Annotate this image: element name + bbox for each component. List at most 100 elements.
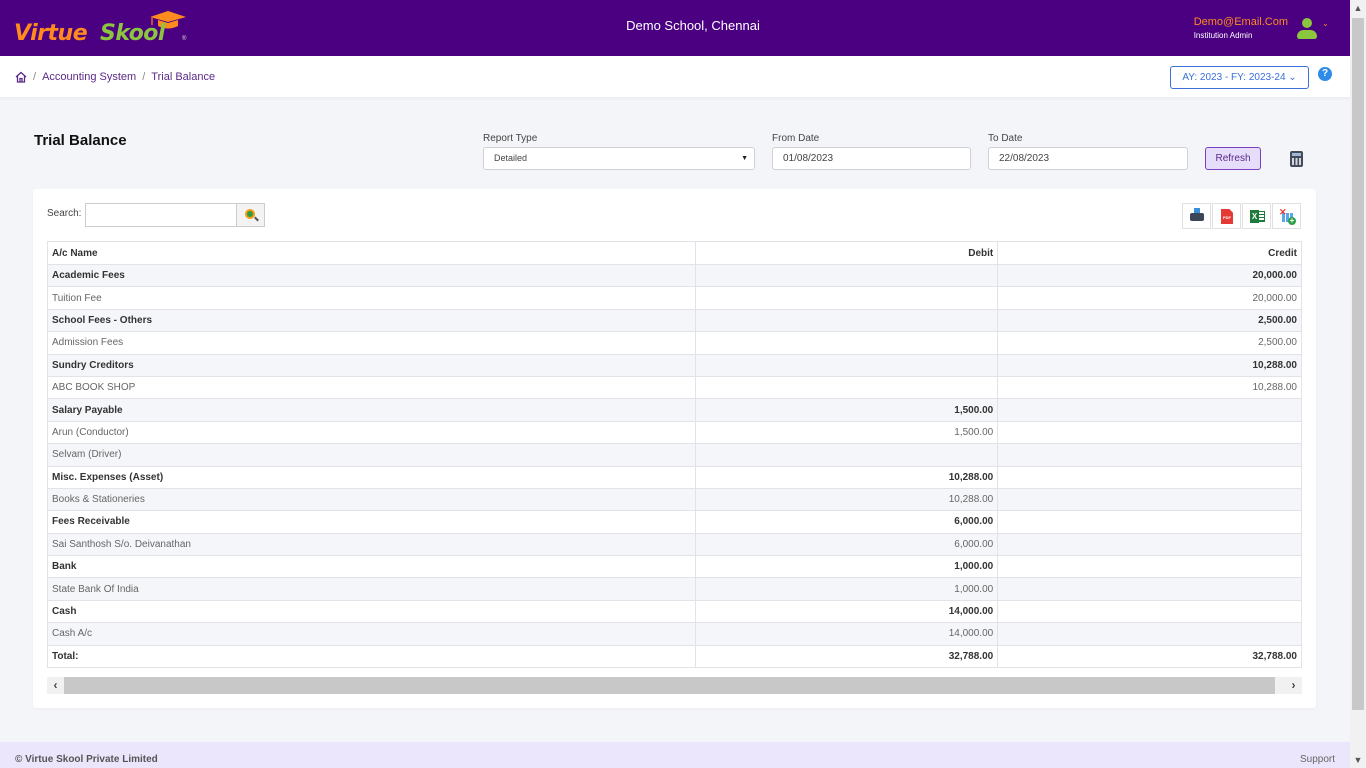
total-debit: 32,788.00 bbox=[695, 644, 999, 669]
search-icon-handle bbox=[254, 216, 259, 222]
to-date-input[interactable]: 22/08/2023 bbox=[988, 147, 1188, 170]
report-type-label: Report Type bbox=[483, 133, 538, 144]
breadcrumb-trial-balance[interactable]: Trial Balance bbox=[151, 71, 215, 83]
ac-name-cell: Arun (Conductor) bbox=[46, 420, 697, 445]
table-group-row: Fees Receivable 6,000.00 bbox=[46, 510, 1302, 534]
avatar-body bbox=[1297, 30, 1317, 39]
user-menu[interactable]: Demo@Email.Com Institution Admin bbox=[1194, 16, 1288, 40]
pdf-icon: PDF bbox=[1221, 209, 1233, 224]
credit-cell bbox=[997, 622, 1302, 646]
search-button[interactable] bbox=[236, 203, 265, 227]
table-group-row: Salary Payable 1,500.00 bbox=[46, 398, 1302, 422]
table-row: Sai Santhosh S/o. Deivanathan 6,000.00 bbox=[46, 532, 1302, 557]
breadcrumb-accounting-system[interactable]: Accounting System bbox=[42, 71, 136, 83]
print-button[interactable] bbox=[1182, 203, 1211, 229]
academic-year-select[interactable]: AY: 2023 - FY: 2023-24 ⌄ bbox=[1170, 66, 1309, 89]
ac-name-cell: School Fees - Others bbox=[46, 308, 697, 333]
from-date-input[interactable]: 01/08/2023 bbox=[772, 147, 971, 170]
user-email[interactable]: Demo@Email.Com bbox=[1194, 16, 1288, 28]
credit-cell: 2,500.00 bbox=[997, 308, 1302, 333]
breadcrumb: / Accounting System / Trial Balance bbox=[15, 71, 215, 83]
debit-cell bbox=[695, 286, 999, 310]
credit-cell: 20,000.00 bbox=[997, 286, 1302, 310]
table-header-row: A/c Name Debit Credit bbox=[46, 241, 1302, 265]
school-name: Demo School, Chennai bbox=[626, 18, 760, 33]
table-horizontal-scrollbar[interactable]: ‹ › bbox=[47, 677, 1302, 694]
search-label: Search: bbox=[47, 208, 82, 219]
printer-icon bbox=[1190, 208, 1204, 222]
ac-name-cell: Tuition Fee bbox=[46, 286, 697, 310]
column-header-credit[interactable]: Credit bbox=[997, 241, 1302, 265]
ac-name-cell: Selvam (Driver) bbox=[46, 443, 697, 467]
table-group-row: Misc. Expenses (Asset) 10,288.00 bbox=[46, 465, 1302, 489]
column-header-debit[interactable]: Debit bbox=[695, 241, 999, 265]
user-role: Institution Admin bbox=[1193, 31, 1253, 40]
debit-cell: 10,288.00 bbox=[695, 465, 999, 489]
scrollbar-thumb[interactable] bbox=[1352, 18, 1364, 710]
caret-down-icon: ▼ bbox=[741, 155, 748, 162]
home-icon[interactable] bbox=[15, 71, 27, 83]
help-icon[interactable]: ? bbox=[1318, 67, 1332, 81]
page-scrollbar[interactable]: ▲ ▼ bbox=[1350, 0, 1366, 768]
ac-name-cell: Admission Fees bbox=[46, 331, 697, 355]
debit-cell: 14,000.00 bbox=[695, 622, 999, 646]
calculator-icon[interactable] bbox=[1290, 151, 1303, 167]
ac-name-cell: Misc. Expenses (Asset) bbox=[46, 465, 697, 489]
export-excel-button[interactable]: X bbox=[1242, 203, 1271, 229]
ac-name-cell: Sundry Creditors bbox=[46, 353, 697, 377]
export-pdf-button[interactable]: PDF bbox=[1212, 203, 1241, 229]
credit-cell: 20,000.00 bbox=[997, 263, 1302, 288]
table-row: State Bank Of India 1,000.00 bbox=[46, 577, 1302, 601]
ac-name-cell: State Bank Of India bbox=[46, 577, 697, 601]
table-row: Tuition Fee 20,000.00 bbox=[46, 286, 1302, 310]
horizontal-scrollbar-thumb[interactable] bbox=[64, 677, 1275, 694]
debit-cell: 10,288.00 bbox=[695, 487, 999, 512]
total-label: Total: bbox=[46, 644, 697, 669]
scroll-up-icon[interactable]: ▲ bbox=[1350, 0, 1366, 16]
table-group-row: Cash 14,000.00 bbox=[46, 599, 1302, 624]
from-date-label: From Date bbox=[772, 133, 820, 144]
total-credit: 32,788.00 bbox=[997, 644, 1302, 669]
table-total-row: Total: 32,788.00 32,788.00 bbox=[46, 644, 1302, 669]
user-avatar-icon[interactable] bbox=[1296, 18, 1318, 42]
ac-name-cell: Sai Santhosh S/o. Deivanathan bbox=[46, 532, 697, 557]
credit-cell bbox=[997, 510, 1302, 534]
search-input[interactable] bbox=[85, 203, 237, 227]
credit-cell bbox=[997, 398, 1302, 422]
column-header-ac-name[interactable]: A/c Name bbox=[46, 241, 697, 265]
copyright-text: © Virtue Skool Private Limited bbox=[15, 754, 158, 765]
credit-cell bbox=[997, 420, 1302, 445]
report-type-value: Detailed bbox=[494, 153, 528, 163]
debit-cell: 6,000.00 bbox=[695, 532, 999, 557]
table-group-row: Sundry Creditors 10,288.00 bbox=[46, 353, 1302, 377]
debit-cell bbox=[695, 375, 999, 400]
page-title: Trial Balance bbox=[34, 132, 127, 149]
credit-cell bbox=[997, 443, 1302, 467]
credit-cell: 10,288.00 bbox=[997, 353, 1302, 377]
avatar-head bbox=[1302, 18, 1312, 28]
report-type-select[interactable]: Detailed ▼ bbox=[483, 147, 755, 170]
ac-name-cell: Fees Receivable bbox=[46, 510, 697, 534]
ac-name-cell: Salary Payable bbox=[46, 398, 697, 422]
scroll-down-icon[interactable]: ▼ bbox=[1350, 752, 1366, 768]
excel-add-icon: ✕ + bbox=[1279, 207, 1296, 225]
chevron-down-icon[interactable]: ⌄ bbox=[1322, 19, 1329, 28]
debit-cell: 14,000.00 bbox=[695, 599, 999, 624]
breadcrumb-separator: / bbox=[142, 71, 146, 83]
table-group-row: School Fees - Others 2,500.00 bbox=[46, 308, 1302, 333]
scroll-right-icon[interactable]: › bbox=[1285, 677, 1302, 694]
refresh-button[interactable]: Refresh bbox=[1205, 147, 1261, 170]
scroll-left-icon[interactable]: ‹ bbox=[47, 677, 64, 694]
credit-cell bbox=[997, 465, 1302, 489]
table-group-row: Bank 1,000.00 bbox=[46, 555, 1302, 579]
table-row: ABC BOOK SHOP 10,288.00 bbox=[46, 375, 1302, 400]
table-row: Cash A/c 14,000.00 bbox=[46, 622, 1302, 646]
debit-cell: 1,500.00 bbox=[695, 398, 999, 422]
ac-name-cell: Cash A/c bbox=[46, 622, 697, 646]
table-row: Books & Stationeries 10,288.00 bbox=[46, 487, 1302, 512]
credit-cell: 10,288.00 bbox=[997, 375, 1302, 400]
table-row: Selvam (Driver) bbox=[46, 443, 1302, 467]
support-link[interactable]: Support bbox=[1300, 754, 1335, 765]
export-excel-detailed-button[interactable]: ✕ + bbox=[1272, 203, 1301, 229]
excel-icon: X bbox=[1250, 209, 1265, 224]
